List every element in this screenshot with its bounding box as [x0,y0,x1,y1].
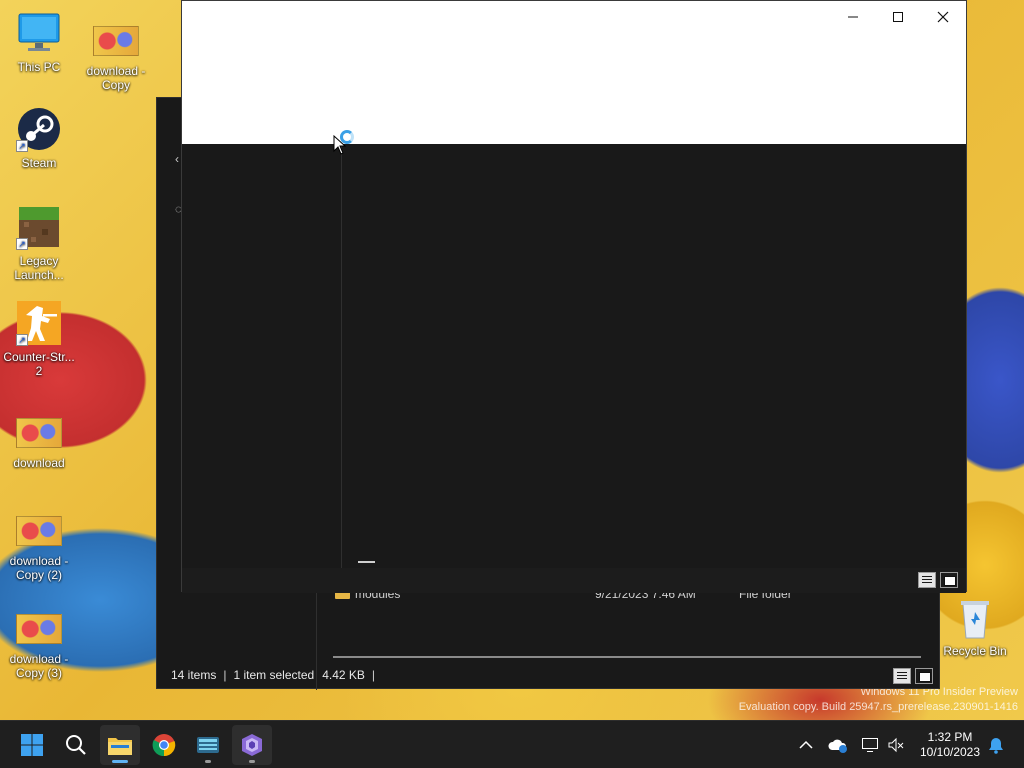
large-icons-view-icon[interactable] [915,668,933,684]
minimize-button[interactable] [830,3,876,31]
minecraft-block-icon: ↗ [16,204,62,250]
view-toggle [893,668,933,684]
desktop-icon-label: Counter-Str... 2 [3,350,75,378]
desktop-icon-download-copy[interactable]: download - Copy [78,24,154,92]
taskbar-chrome[interactable] [144,725,184,765]
large-icons-view-icon[interactable] [940,572,958,588]
selection-size: 4.42 KB [322,668,365,682]
desktop-icon-label: download - Copy (2) [9,554,69,582]
desktop-icon-label: Legacy Launch... [14,254,64,282]
back-arrow-icon[interactable]: ‹ [175,152,179,166]
status-bar [182,568,966,593]
horizontal-scrollbar[interactable] [333,656,921,658]
clock-date: 10/10/2023 [919,745,981,759]
desktop-icon-counter-strike[interactable]: ↗ Counter-Str... 2 [1,300,77,378]
image-thumbnail-icon [16,516,62,550]
desktop-icon-download-copy-2[interactable]: download - Copy (2) [1,510,77,582]
desktop-icon-label: Steam [21,156,57,170]
taskbar-file-explorer[interactable] [100,725,140,765]
show-hidden-icons-chevron-icon[interactable] [796,735,816,755]
taskbar: 1:32 PM 10/10/2023 [0,720,1024,768]
desktop-icon-download[interactable]: download [1,412,77,470]
desktop-icon-steam[interactable]: ↗ Steam [1,106,77,170]
view-toggle [918,572,958,588]
windows-logo-icon [21,734,43,756]
monitor-icon [16,10,62,56]
window-titlebar[interactable] [182,1,966,144]
shortcut-arrow-icon: ↗ [16,140,28,152]
maximize-button[interactable] [875,3,921,31]
desktop-icon-label: This PC [17,60,61,74]
desktop-icon-label: Recycle Bin [943,644,1007,658]
desktop-icon-label: download - Copy (3) [9,652,69,680]
clock-time: 1:32 PM [927,730,973,744]
recycle-bin-icon [952,598,998,640]
details-view-icon[interactable] [918,572,936,588]
close-button[interactable] [920,3,966,31]
running-indicator [249,760,255,763]
start-button[interactable] [12,725,52,765]
taskbar-visual-studio[interactable] [232,725,272,765]
desktop-icon-download-copy-3[interactable]: download - Copy (3) [1,608,77,680]
maximize-icon [893,12,903,22]
item-count: 14 items [171,668,217,682]
taskbar-terminal[interactable] [188,725,228,765]
active-indicator [112,760,128,763]
busy-spinner-icon [340,130,354,144]
pane-divider[interactable] [341,144,342,568]
search-button[interactable] [56,725,96,765]
search-icon [66,735,86,755]
desktop-icon-label: download - Copy [86,64,146,92]
chrome-icon [152,734,176,757]
volume-muted-icon[interactable] [886,735,906,755]
notification-bell-icon[interactable] [986,735,1006,755]
desktop-icon-label: download [13,456,65,470]
close-icon [937,11,949,23]
counter-strike-icon: ↗ [16,300,62,346]
visual-studio-icon [242,734,262,756]
loading-placeholder [358,561,375,563]
keyboard-terminal-icon [197,737,219,753]
minimize-icon [848,16,858,18]
shortcut-arrow-icon: ↗ [16,334,28,346]
network-monitor-icon[interactable] [860,735,880,755]
selection-count: 1 item selected [233,668,315,682]
loading-explorer-window[interactable] [181,0,967,593]
system-clock[interactable]: 1:32 PM 10/10/2023 [912,730,988,760]
desktop-icon-this-pc[interactable]: This PC [1,10,77,74]
image-thumbnail-icon [93,26,139,60]
status-bar: 14 items | 1 item selected 4.42 KB | [171,668,376,682]
steam-icon: ↗ [16,106,62,152]
onedrive-status-icon[interactable] [828,735,848,755]
shortcut-arrow-icon: ↗ [16,238,28,250]
image-thumbnail-icon [16,418,62,452]
desktop-icon-recycle-bin[interactable]: Recycle Bin [937,598,1013,658]
image-thumbnail-icon [16,614,62,648]
window-content[interactable] [182,144,966,568]
desktop-icon-legacy-launcher[interactable]: ↗ Legacy Launch... [1,204,77,282]
folder-icon [108,738,132,755]
watermark-line2: Evaluation copy. Build 25947.rs_prerelea… [738,701,1018,713]
running-indicator [205,760,211,763]
details-view-icon[interactable] [893,668,911,684]
